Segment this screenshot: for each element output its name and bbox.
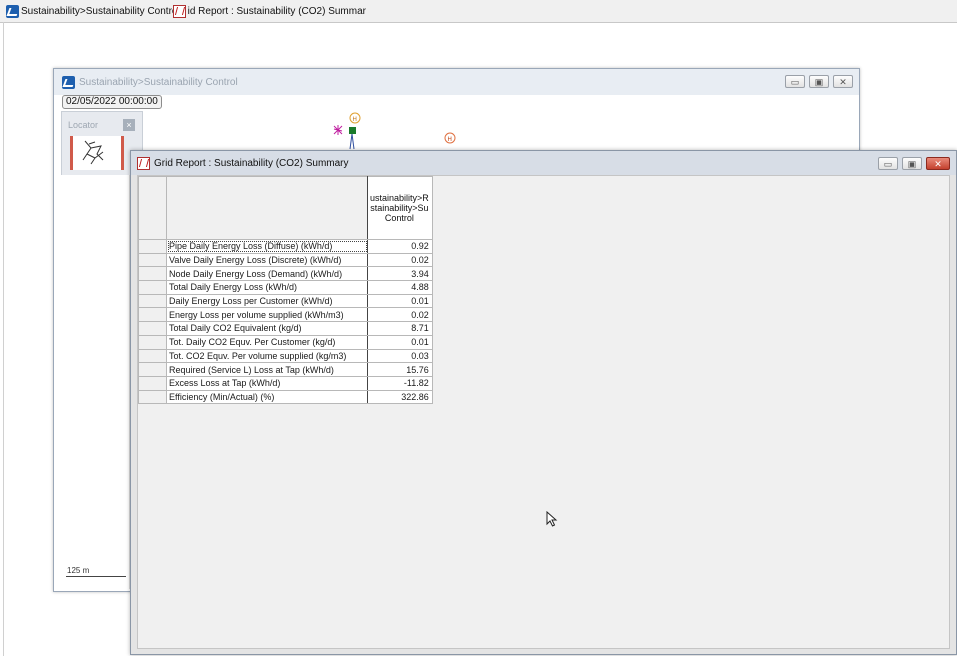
divider: [3, 22, 4, 656]
row-header-cell[interactable]: [138, 280, 167, 295]
value-cell[interactable]: 0.01: [367, 334, 433, 350]
window-controls: ▭ ▣ ✕: [878, 157, 950, 170]
parameter-cell[interactable]: Required (Service L) Loss at Tap (kWh/d): [166, 362, 368, 377]
row-header-cell[interactable]: [138, 375, 167, 391]
window-title-bar[interactable]: Grid Report : Sustainability (CO2) Summa…: [131, 151, 956, 175]
table-row[interactable]: Required (Service L) Loss at Tap (kWh/d)…: [138, 362, 433, 377]
network-overview-icon: [82, 140, 104, 165]
report-table[interactable]: ustainability>R stainability>Su Control …: [138, 176, 433, 405]
grid-report-window[interactable]: Grid Report : Sustainability (CO2) Summa…: [130, 150, 957, 655]
close-button[interactable]: ✕: [926, 157, 950, 170]
scenario-column-header[interactable]: ustainability>R stainability>Su Control: [367, 176, 433, 240]
table-header-row: ustainability>R stainability>Su Control: [138, 176, 433, 240]
value-cell[interactable]: 0.02: [367, 252, 433, 268]
row-header-cell[interactable]: [138, 389, 167, 405]
maximize-button[interactable]: ▣: [809, 75, 829, 88]
parameter-cell[interactable]: Efficiency (Min/Actual) (%): [166, 389, 368, 405]
parameter-cell[interactable]: Total Daily Energy Loss (kWh/d): [166, 280, 368, 295]
row-header-cell[interactable]: [138, 334, 167, 350]
table-row[interactable]: Daily Energy Loss per Customer (kWh/d) 0.…: [138, 293, 433, 309]
row-header-cell[interactable]: [138, 252, 167, 268]
tab-label: Sustainability>Sustainability Control: [21, 5, 180, 17]
network-map-fragment[interactable]: H H: [324, 109, 464, 151]
sustainability-icon: [6, 4, 19, 18]
table-row[interactable]: Node Daily Energy Loss (Demand) (kWh/d) 3…: [138, 266, 433, 282]
table-row[interactable]: Tot. Daily CO2 Equv. Per Customer (kg/d)…: [138, 334, 433, 350]
parameter-cell[interactable]: Daily Energy Loss per Customer (kWh/d): [166, 293, 368, 309]
value-cell[interactable]: 0.01: [367, 293, 433, 309]
map-scale-label: 125 m: [67, 566, 90, 575]
close-button[interactable]: ✕: [833, 75, 853, 88]
table-row[interactable]: Valve Daily Energy Loss (Discrete) (kWh/…: [138, 252, 433, 268]
row-header-cell[interactable]: [138, 348, 167, 364]
valve-icon[interactable]: [333, 125, 343, 135]
simulation-time-display: 02/05/2022 00:00:00: [62, 95, 162, 109]
window-title: Sustainability>Sustainability Control: [79, 76, 238, 88]
parameter-column-header[interactable]: [166, 176, 368, 240]
tab-sustainability-control[interactable]: Sustainability>Sustainability Control: [6, 3, 180, 19]
parameter-cell[interactable]: Total Daily CO2 Equivalent (kg/d): [166, 321, 368, 336]
table-row[interactable]: Excess Loss at Tap (kWh/d) -11.82: [138, 375, 433, 391]
minimize-button[interactable]: ▭: [785, 75, 805, 88]
value-cell[interactable]: 3.94: [367, 266, 433, 282]
tab-grid-report[interactable]: Grid Report : Sustainability (CO2) Summa…: [173, 3, 366, 19]
table-row[interactable]: Energy Loss per volume supplied (kWh/m3)…: [138, 307, 433, 323]
row-header-cell[interactable]: [138, 321, 167, 336]
value-cell[interactable]: 0.03: [367, 348, 433, 364]
value-cell[interactable]: 15.76: [367, 362, 433, 377]
report-grid[interactable]: ustainability>R stainability>Su Control …: [137, 175, 950, 649]
tab-label: Grid Report : Sustainability (CO2) Summa…: [188, 5, 366, 17]
mouse-pointer-icon: [546, 511, 558, 527]
map-scale-bar: [66, 576, 126, 577]
table-row[interactable]: Tot. CO2 Equv. Per volume supplied (kg/m…: [138, 348, 433, 364]
document-tab-strip: Sustainability>Sustainability Control Gr…: [0, 0, 957, 23]
value-cell[interactable]: 8.71: [367, 321, 433, 336]
corner-cell[interactable]: [138, 176, 167, 240]
row-header-cell[interactable]: [138, 239, 167, 254]
locator-thumbnail[interactable]: [70, 136, 124, 170]
grid-report-icon: [137, 156, 150, 170]
row-header-cell[interactable]: [138, 266, 167, 282]
pipe-icon: [349, 133, 355, 150]
node-icon[interactable]: [349, 127, 356, 134]
window-title: Grid Report : Sustainability (CO2) Summa…: [154, 157, 349, 169]
sustainability-icon: [62, 75, 75, 89]
svg-text:H: H: [448, 137, 452, 143]
map-left-panel: [61, 175, 130, 589]
parameter-cell[interactable]: Node Daily Energy Loss (Demand) (kWh/d): [166, 266, 368, 282]
parameter-cell[interactable]: Energy Loss per volume supplied (kWh/m3): [166, 307, 368, 323]
value-cell[interactable]: 4.88: [367, 280, 433, 295]
parameter-cell[interactable]: Tot. CO2 Equv. Per volume supplied (kg/m…: [166, 348, 368, 364]
row-header-cell[interactable]: [138, 293, 167, 309]
locator-label: Locator: [68, 120, 99, 130]
parameter-cell[interactable]: Valve Daily Energy Loss (Discrete) (kWh/…: [166, 252, 368, 268]
value-cell[interactable]: -11.82: [367, 375, 433, 391]
table-row[interactable]: Total Daily Energy Loss (kWh/d) 4.88: [138, 280, 433, 295]
parameter-cell[interactable]: Pipe Daily Energy Loss (Diffuse) (kWh/d): [166, 239, 368, 254]
table-row[interactable]: Pipe Daily Energy Loss (Diffuse) (kWh/d)…: [138, 239, 433, 254]
row-header-cell[interactable]: [138, 307, 167, 323]
grid-report-icon: [173, 4, 186, 18]
parameter-cell[interactable]: Tot. Daily CO2 Equv. Per Customer (kg/d): [166, 334, 368, 350]
table-row[interactable]: Efficiency (Min/Actual) (%) 322.86: [138, 389, 433, 405]
table-row[interactable]: Total Daily CO2 Equivalent (kg/d) 8.71: [138, 321, 433, 336]
value-cell[interactable]: 0.92: [367, 239, 433, 254]
value-cell[interactable]: 0.02: [367, 307, 433, 323]
window-title-bar[interactable]: Sustainability>Sustainability Control: [54, 69, 859, 95]
svg-text:H: H: [353, 117, 357, 123]
window-controls: ▭ ▣ ✕: [785, 75, 853, 88]
parameter-cell[interactable]: Excess Loss at Tap (kWh/d): [166, 375, 368, 391]
minimize-button[interactable]: ▭: [878, 157, 898, 170]
value-cell[interactable]: 322.86: [367, 389, 433, 405]
maximize-button[interactable]: ▣: [902, 157, 922, 170]
close-icon[interactable]: ×: [123, 119, 135, 131]
row-header-cell[interactable]: [138, 362, 167, 377]
